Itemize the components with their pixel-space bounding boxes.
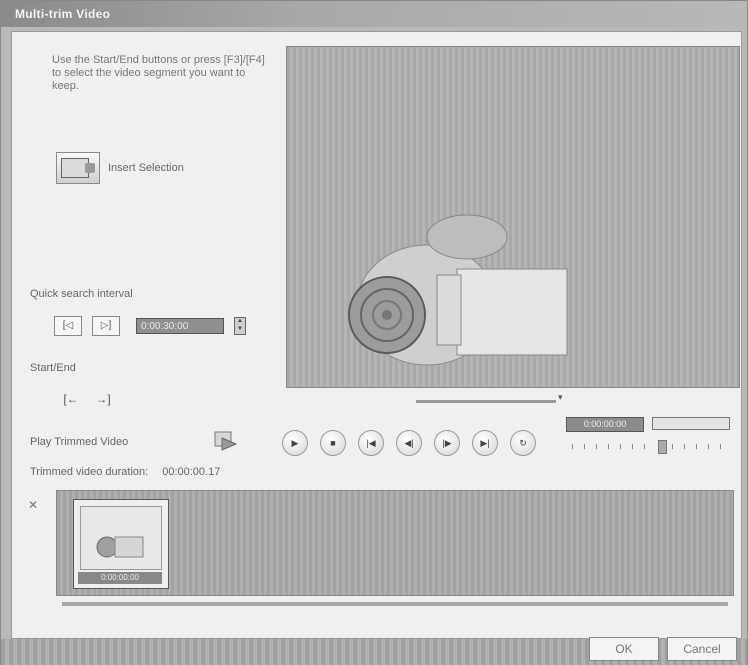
play-trimmed-video-label: Play Trimmed Video bbox=[30, 436, 129, 448]
trimmed-duration-row: Trimmed video duration: 00:00:00.17 bbox=[30, 466, 220, 478]
window-title: Multi-trim Video bbox=[15, 7, 111, 21]
remove-clip-icon[interactable]: ✕ bbox=[28, 498, 38, 512]
previous-frame-icon[interactable]: ◀| bbox=[396, 430, 422, 456]
trimmed-clips-strip: 0:00:00:00 bbox=[56, 490, 734, 596]
scrubber-track[interactable] bbox=[416, 400, 556, 403]
dialog-client-area: Use the Start/End buttons or press [F3]/… bbox=[11, 31, 742, 639]
cancel-button[interactable]: Cancel bbox=[667, 637, 737, 661]
video-preview bbox=[286, 46, 740, 388]
timecode-display[interactable]: 0:00:00:00 bbox=[566, 417, 644, 432]
multi-trim-video-dialog: Multi-trim Video Use the Start/End butto… bbox=[0, 0, 748, 665]
trimmed-duration-value: 00:00:00.17 bbox=[162, 466, 221, 478]
insert-selection-label: Insert Selection bbox=[108, 162, 184, 174]
ok-button[interactable]: OK bbox=[589, 637, 659, 661]
start-end-label: Start/End bbox=[30, 362, 76, 374]
jog-slider-thumb[interactable] bbox=[658, 440, 667, 454]
jog-slider[interactable] bbox=[572, 440, 732, 454]
mark-end-button[interactable]: →] bbox=[92, 390, 114, 408]
mark-start-button[interactable]: [← bbox=[60, 390, 82, 408]
stop-icon[interactable]: ■ bbox=[320, 430, 346, 456]
play-trimmed-video-button[interactable] bbox=[212, 428, 240, 452]
quick-search-back-button[interactable]: [◁ bbox=[54, 316, 82, 336]
play-trimmed-icon bbox=[214, 431, 238, 451]
start-end-row: [← →] bbox=[60, 390, 114, 408]
quick-search-row: [◁ ▷] 0:00:30:00 ▲ ▼ bbox=[54, 316, 246, 336]
clips-horizontal-scrollbar[interactable] bbox=[62, 602, 728, 606]
clip-thumbnail-image bbox=[80, 506, 162, 570]
quick-search-spinner[interactable]: ▲ ▼ bbox=[234, 317, 246, 335]
volume-box[interactable] bbox=[652, 417, 730, 430]
preview-scrubber[interactable]: ▾ bbox=[286, 392, 738, 406]
instructions-text: Use the Start/End buttons or press [F3]/… bbox=[52, 54, 265, 92]
next-frame-icon[interactable]: |▶ bbox=[434, 430, 460, 456]
spin-down-icon[interactable]: ▼ bbox=[235, 326, 245, 334]
playback-controls: ▶ ■ |◀ ◀| |▶ ▶| ↻ bbox=[282, 430, 536, 456]
trimmed-duration-label: Trimmed video duration: bbox=[30, 466, 149, 478]
insert-selection-button[interactable]: Insert Selection bbox=[56, 152, 184, 184]
preview-frame bbox=[348, 214, 568, 366]
repeat-icon[interactable]: ↻ bbox=[510, 430, 536, 456]
play-icon[interactable]: ▶ bbox=[282, 430, 308, 456]
quick-search-label: Quick search interval bbox=[30, 288, 133, 300]
go-to-start-icon[interactable]: |◀ bbox=[358, 430, 384, 456]
go-to-end-icon[interactable]: ▶| bbox=[472, 430, 498, 456]
clip-thumbnail[interactable]: 0:00:00:00 bbox=[73, 499, 169, 589]
scrubber-thumb[interactable]: ▾ bbox=[558, 392, 563, 403]
clip-thumbnail-timecode: 0:00:00:00 bbox=[78, 572, 162, 584]
insert-selection-icon bbox=[56, 152, 100, 184]
title-bar: Multi-trim Video bbox=[1, 1, 747, 27]
spin-up-icon[interactable]: ▲ bbox=[235, 318, 245, 326]
quick-search-interval-input[interactable]: 0:00:30:00 bbox=[136, 318, 224, 334]
quick-search-forward-button[interactable]: ▷] bbox=[92, 316, 120, 336]
